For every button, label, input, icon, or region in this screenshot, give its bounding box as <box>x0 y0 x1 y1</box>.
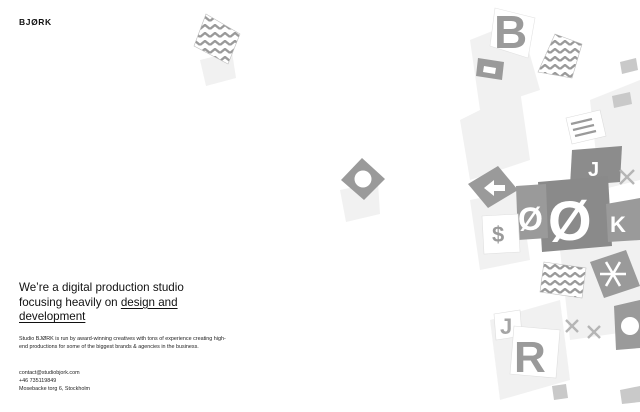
chevron-cube-top <box>193 13 241 65</box>
letter-b-glyph: B <box>494 6 527 58</box>
chevron-cube-right <box>537 33 583 79</box>
big-o-slash-cube: Ø <box>538 176 612 252</box>
chevron-pattern-icon <box>193 13 241 65</box>
letter-b-cube: B <box>489 6 536 59</box>
letter-o-slash-glyph-2: Ø <box>518 201 543 237</box>
letter-o-slash-glyph: Ø <box>548 189 592 252</box>
mid-o-slash-cube: Ø <box>516 184 548 240</box>
circle-icon <box>354 170 372 188</box>
letter-k-glyph: K <box>610 212 626 237</box>
letter-j-glyph-2: J <box>500 314 512 339</box>
letter-k-cube: K <box>606 198 640 242</box>
letter-r-cube: R <box>509 325 561 382</box>
letter-r-glyph: R <box>514 333 546 382</box>
chevron-cube-bottom <box>539 261 587 299</box>
dollar-cube: $ <box>481 213 521 255</box>
floating-cubes-illustration: B J Ø Ø $ K J R <box>193 6 640 404</box>
circle-cube-right <box>614 300 640 350</box>
dollar-glyph: $ <box>492 222 504 247</box>
